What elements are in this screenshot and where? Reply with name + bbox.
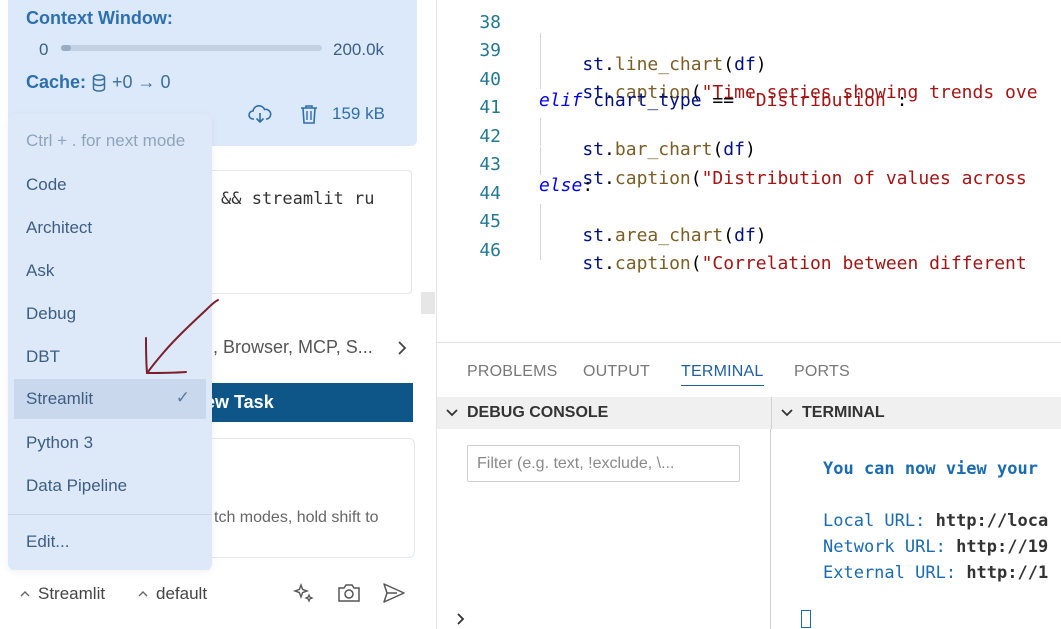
hint-card: tch modes, hold shift to — [203, 438, 415, 558]
database-icon — [92, 73, 106, 92]
code-editor[interactable]: 38 st.line_chart(df) 39 st.caption("Time… — [436, 0, 1061, 342]
mode-item-code[interactable]: Code — [14, 165, 206, 205]
code-line: 44 st.area_chart(df) — [437, 162, 1061, 246]
code-line: 42 st.caption("Distribution of values ac… — [437, 105, 1061, 189]
camera-icon[interactable] — [337, 582, 361, 604]
tab-terminal[interactable]: TERMINAL — [681, 363, 764, 386]
bottom-toolbar: Streamlit default — [0, 578, 436, 612]
terminal-headline: You can now view your — [823, 459, 1038, 479]
terminal-title: TERMINAL — [802, 404, 885, 421]
mode-item-label: DBT — [26, 347, 60, 366]
send-icon[interactable] — [382, 582, 406, 604]
line-number: 46 — [479, 240, 501, 261]
mode-item-label: Python 3 — [26, 433, 94, 452]
chevron-down-icon — [780, 408, 794, 418]
context-actions: 159 kB — [248, 104, 385, 124]
profile-selector-label: default — [156, 584, 208, 603]
code-text: st.caption("Correlation between differen… — [582, 253, 1027, 274]
caret-up-icon — [138, 590, 148, 598]
new-task-label: ew Task — [205, 392, 274, 412]
external-url-label: External URL: — [823, 563, 957, 583]
mode-divider — [8, 514, 212, 515]
mode-shortcut-hint: Ctrl + . for next mode — [26, 131, 186, 150]
debug-filter-input[interactable] — [467, 445, 740, 482]
code-line: 40 elif chart_type == 'Distribution': — [437, 48, 1061, 111]
code-line: 41 st.bar_chart(df) — [437, 76, 1061, 160]
external-url[interactable]: http://1 — [966, 563, 1048, 583]
mode-edit-item[interactable]: Edit... — [14, 522, 206, 562]
tab-ports[interactable]: PORTS — [794, 363, 850, 381]
terminal-external-line: External URL: http://1 — [823, 563, 1048, 583]
local-url[interactable]: http://loca — [936, 511, 1049, 531]
network-url[interactable]: http://19 — [956, 537, 1048, 557]
mode-item-label: Streamlit — [26, 389, 94, 408]
cache-value: +0 → 0 — [112, 72, 171, 92]
code-line: 39 st.caption("Time series showing trend… — [437, 19, 1061, 103]
tab-problems[interactable]: PROBLEMS — [467, 363, 558, 381]
panel-scrollbar[interactable] — [421, 292, 435, 314]
debug-console-title: DEBUG CONSOLE — [467, 404, 609, 421]
mode-item-label: Data Pipeline — [26, 476, 128, 495]
chevron-down-icon — [445, 408, 459, 418]
mode-item-label: Code — [26, 175, 67, 194]
chat-input-text: && streamlit ru — [221, 189, 375, 209]
task-size: 159 kB — [332, 104, 385, 123]
cloud-download-icon[interactable] — [248, 104, 272, 124]
cache-row: Cache: +0 → 0 — [26, 72, 171, 93]
chat-panel: Context Window: 0 200.0k Cache: +0 → 0 1… — [0, 0, 436, 629]
mode-item-label: Architect — [26, 218, 93, 237]
chevron-right-icon[interactable] — [395, 337, 409, 359]
terminal-local-line: Local URL: http://loca — [823, 511, 1048, 531]
check-icon: ✓ — [175, 388, 190, 407]
context-progress-bar — [61, 45, 322, 51]
mode-item-label: Debug — [26, 304, 77, 323]
mode-item-streamlit[interactable]: Streamlit ✓ — [14, 379, 206, 419]
bottom-panel: PROBLEMS OUTPUT TERMINAL PORTS DEBUG CON… — [436, 342, 1061, 629]
local-url-label: Local URL: — [823, 511, 926, 531]
hint-text: tch modes, hold shift to — [214, 509, 379, 526]
mode-edit-label: Edit... — [26, 532, 70, 551]
panel-splitter[interactable] — [770, 429, 771, 629]
context-min: 0 — [39, 40, 49, 59]
code-line: 46 — [437, 219, 1061, 261]
terminal-network-line: Network URL: http://19 — [823, 537, 1048, 557]
mode-item-ask[interactable]: Ask — [14, 251, 206, 291]
new-task-button[interactable]: ew Task — [205, 383, 413, 422]
cache-label: Cache: — [26, 72, 87, 92]
code-line: 38 st.line_chart(df) — [437, 0, 1061, 75]
terminal-header[interactable]: TERMINAL — [771, 397, 1061, 429]
mode-item-python-3[interactable]: Python 3 — [14, 423, 206, 463]
mode-item-data-pipeline[interactable]: Data Pipeline — [14, 466, 206, 506]
tools-summary[interactable]: d, Browser, MCP, S... — [203, 337, 373, 358]
context-window-title: Context Window: — [26, 8, 173, 28]
mode-selector[interactable]: Streamlit — [20, 584, 105, 604]
mode-item-label: Ask — [26, 261, 55, 280]
chevron-right-icon[interactable] — [455, 611, 467, 627]
context-max: 200.0k — [333, 40, 385, 59]
caret-up-icon — [20, 590, 30, 598]
mode-item-architect[interactable]: Architect — [14, 208, 206, 248]
context-progress-fill — [61, 45, 72, 51]
sparkle-icon[interactable] — [292, 582, 316, 606]
debug-console-header[interactable]: DEBUG CONSOLE — [437, 397, 771, 429]
code-line: 43 else: — [437, 133, 1061, 196]
terminal-cursor — [801, 610, 811, 628]
profile-selector[interactable]: default — [138, 584, 207, 604]
code-line: 45 st.caption("Correlation between diffe… — [437, 190, 1061, 274]
trash-icon[interactable] — [300, 104, 318, 124]
mode-selector-label: Streamlit — [38, 584, 106, 603]
network-url-label: Network URL: — [823, 537, 946, 557]
tab-output[interactable]: OUTPUT — [583, 363, 650, 381]
annotation-arrow-icon — [145, 299, 219, 375]
